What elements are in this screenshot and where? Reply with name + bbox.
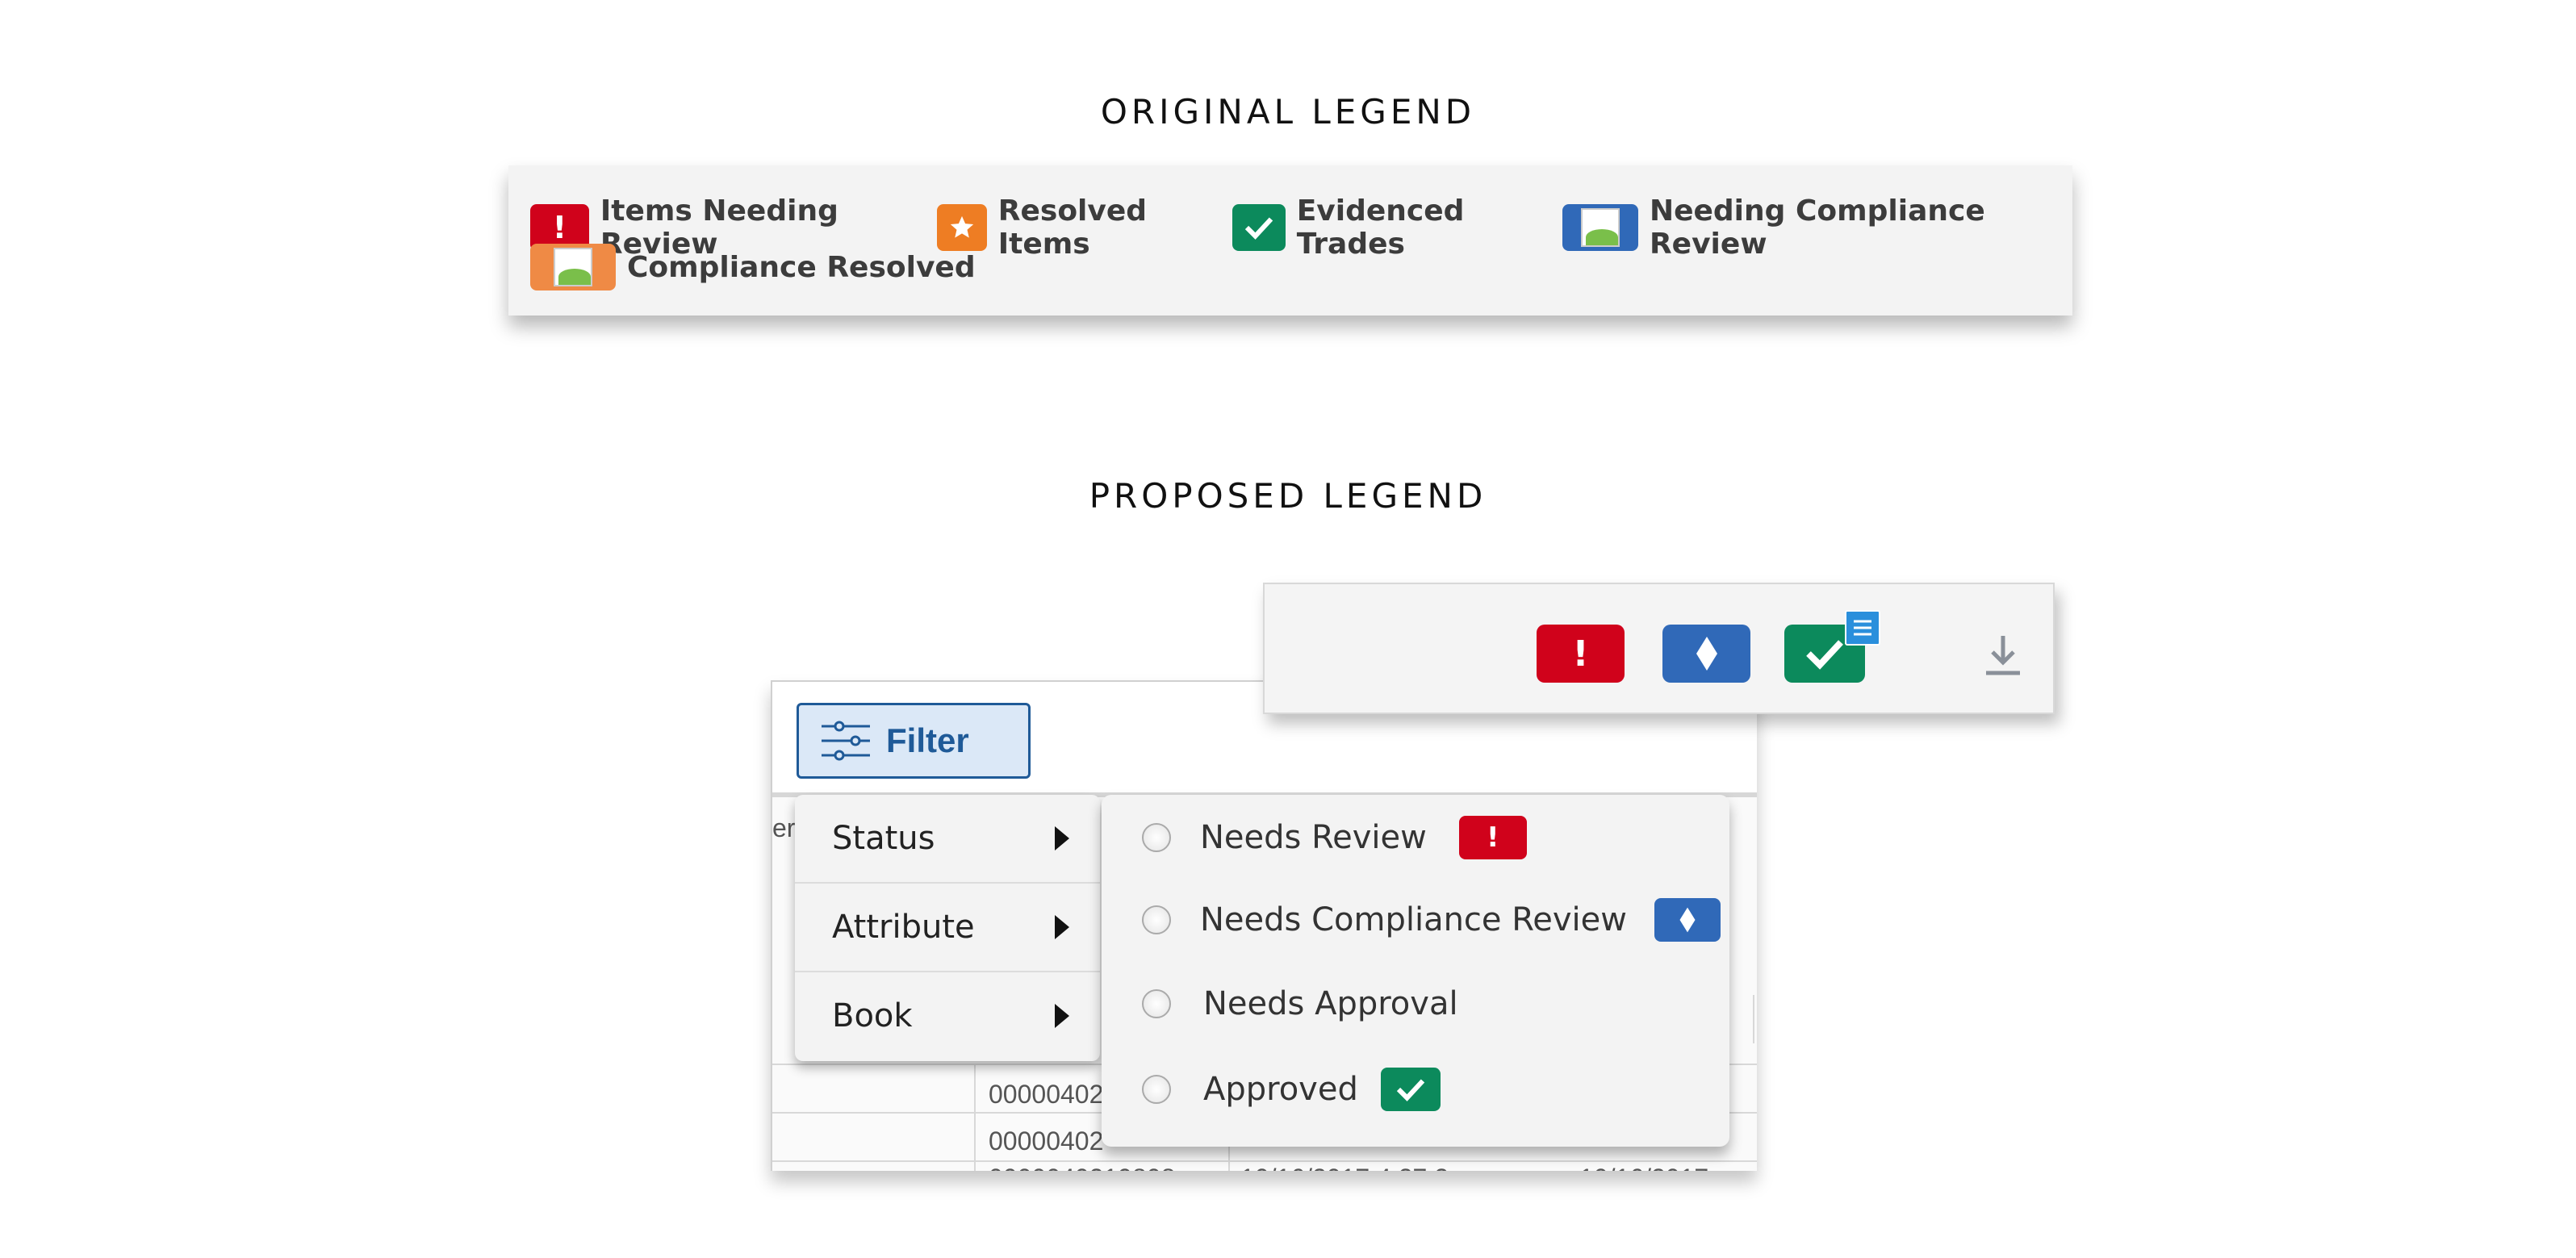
broken-image-icon (1562, 204, 1638, 251)
caret-right-icon (1055, 1004, 1069, 1028)
legend-label-evidenced-trades: Evidenced Trades (1296, 194, 1465, 261)
status-option-label: Needs Review (1200, 819, 1427, 856)
column-header-fragment: er (772, 813, 796, 842)
table-cell-date: 10/16/2017 (1579, 1164, 1708, 1171)
check-icon (1806, 640, 1843, 670)
needs-compliance-review-button[interactable] (1662, 625, 1750, 683)
broken-image-icon (530, 244, 616, 290)
status-option-label: Needs Compliance Review (1200, 901, 1627, 938)
status-option-approved[interactable]: Approved (1142, 1068, 1441, 1111)
table-cell-id: 0000040219808 (989, 1164, 1175, 1171)
status-submenu: Needs Review ! Needs Compliance Review N… (1102, 795, 1729, 1147)
status-option-needs-review[interactable]: Needs Review ! (1142, 816, 1527, 859)
menu-item-attribute[interactable]: Attribute (795, 884, 1100, 971)
menu-item-label: Attribute (832, 909, 975, 946)
status-option-label: Needs Approval (1203, 985, 1458, 1022)
filter-button[interactable]: Filter (797, 703, 1031, 779)
table-cell-id: 00000402 (989, 1080, 1104, 1109)
menu-item-label: Status (832, 820, 935, 857)
proposed-toolbar: ! (1263, 583, 2055, 714)
filter-menu: Status Attribute Book (795, 795, 1100, 1061)
radio-button[interactable] (1142, 823, 1171, 852)
table-cell-date: 10/16/2017 4:27:2 (1240, 1164, 1449, 1171)
check-icon (1380, 1068, 1441, 1111)
radio-button[interactable] (1142, 905, 1171, 934)
menu-item-label: Book (832, 997, 913, 1034)
menu-item-book[interactable]: Book (795, 972, 1100, 1059)
proposed-legend-heading: PROPOSED LEGEND (1089, 476, 1487, 516)
download-icon[interactable] (1983, 633, 2023, 676)
status-option-needs-approval[interactable]: Needs Approval (1142, 985, 1458, 1022)
exclamation-icon: ! (1458, 816, 1527, 859)
radio-button[interactable] (1142, 989, 1171, 1018)
menu-item-status[interactable]: Status (795, 795, 1100, 882)
legend-label-needing-compliance-review: Needing Compliance Review (1649, 194, 1985, 261)
status-option-label: Approved (1203, 1071, 1358, 1108)
original-legend-heading: ORIGINAL LEGEND (1100, 92, 1476, 132)
check-icon (1232, 204, 1286, 251)
original-legend-panel: ! Items Needing Review Resolved Items Ev… (508, 165, 2072, 316)
note-icon (1845, 610, 1880, 646)
sliders-icon (822, 721, 870, 761)
diamond-icon (1696, 637, 1717, 671)
status-option-needs-compliance-review[interactable]: Needs Compliance Review (1142, 898, 1721, 942)
caret-right-icon (1055, 826, 1069, 851)
exclamation-icon: ! (1572, 633, 1589, 675)
legend-label-compliance-resolved: Compliance Resolved (627, 250, 976, 284)
diamond-icon (1654, 898, 1721, 942)
table-cell-id: 00000402 (989, 1126, 1104, 1156)
needs-review-button[interactable]: ! (1537, 625, 1625, 683)
filter-button-label: Filter (886, 721, 969, 759)
radio-button[interactable] (1142, 1075, 1171, 1104)
caret-right-icon (1055, 915, 1069, 939)
legend-label-resolved-items: Resolved Items (997, 194, 1148, 261)
